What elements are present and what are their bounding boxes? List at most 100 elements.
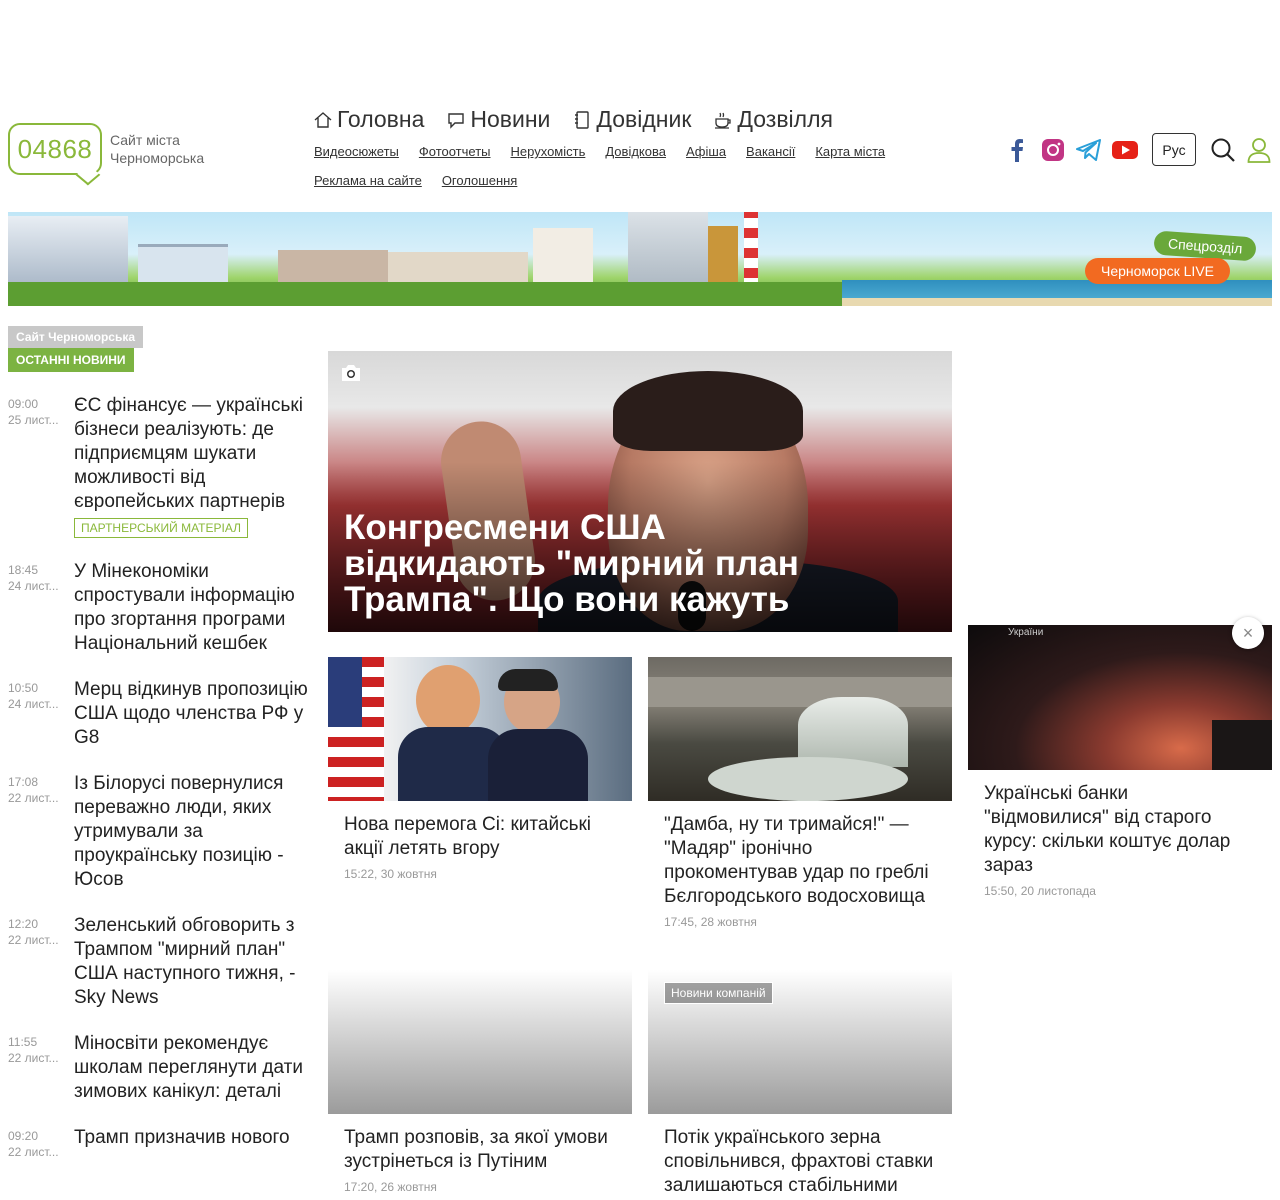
chat-bubble-icon: [448, 112, 465, 129]
card-title[interactable]: Українські банки "відмовилися" від старо…: [968, 770, 1272, 878]
sticky-news-card[interactable]: України × Українські банки "відмовилися"…: [968, 617, 1272, 898]
site-tag[interactable]: Сайт Черноморська: [8, 326, 144, 348]
list-item[interactable]: 12:20 22 лист... Зеленський обговорить з …: [8, 914, 313, 1010]
news-title[interactable]: Мерц відкинув пропозицію США щодо членст…: [74, 678, 313, 750]
news-title[interactable]: ЄС фінансує — українські бізнеси реалізу…: [74, 394, 313, 514]
date-value: 24 лист...: [8, 579, 59, 593]
hero-title[interactable]: Конгресмени США відкидають "мирний план …: [344, 510, 872, 618]
card-title[interactable]: Нова перемога Сі: китайські акції летять…: [328, 801, 632, 861]
banner-building: [278, 250, 388, 286]
latest-news-tag[interactable]: ОСТАННІ НОВИНИ: [8, 348, 134, 372]
news-title[interactable]: Трамп призначив нового: [74, 1126, 290, 1160]
news-time: 09:00 25 лист...: [8, 394, 74, 538]
banner-church: [533, 228, 593, 286]
card-date: 17:20, 26 жовтня: [344, 1180, 437, 1194]
logo-line2: Черноморська: [110, 150, 205, 166]
card-title[interactable]: "Дамба, ну ти тримайся!" — "Мадяр" іроні…: [648, 801, 952, 909]
subnav-afisha[interactable]: Афіша: [686, 144, 726, 159]
camera-icon: [342, 365, 360, 381]
close-button[interactable]: ×: [1232, 617, 1264, 649]
youtube-icon[interactable]: [1112, 137, 1138, 163]
subnav-photo[interactable]: Фотоотчеты: [419, 144, 491, 159]
card-title[interactable]: Потік українського зерна сповільнився, ф…: [648, 1114, 952, 1198]
subnav-reference[interactable]: Довідкова: [605, 144, 666, 159]
city-banner[interactable]: Спецрозділ Черноморск LIVE: [8, 212, 1272, 306]
nav-leisure-label: Дозвілля: [737, 106, 833, 132]
news-time: 18:45 24 лист...: [8, 560, 74, 656]
time-value: 10:50: [8, 681, 39, 695]
telegram-icon[interactable]: [1076, 137, 1102, 163]
date-value: 22 лист...: [8, 933, 59, 947]
card-image: [328, 970, 632, 1114]
subnav-map[interactable]: Карта міста: [815, 144, 885, 159]
list-item[interactable]: 09:00 25 лист... ЄС фінансує — українські…: [8, 394, 313, 538]
banner-lighthouse: [744, 212, 758, 286]
person-right-hair: [498, 669, 558, 691]
time-value: 12:20: [8, 917, 39, 931]
banner-grass: [8, 282, 848, 306]
news-time: 09:20 22 лист...: [8, 1126, 74, 1160]
list-item[interactable]: 11:55 22 лист... Міносвіти рекомендує шко…: [8, 1032, 313, 1104]
news-time: 12:20 22 лист...: [8, 914, 74, 1010]
list-item[interactable]: 10:50 24 лист... Мерц відкинув пропозицію…: [8, 678, 313, 750]
card-title[interactable]: Трамп розповів, за якої умови зустрінеть…: [328, 1114, 632, 1174]
list-item[interactable]: 18:45 24 лист... У Мінекономіки спростува…: [8, 560, 313, 656]
card-image: України: [968, 625, 1272, 770]
instagram-icon[interactable]: [1040, 137, 1066, 163]
subnav-realty[interactable]: Нерухомість: [511, 144, 586, 159]
nav-news[interactable]: Новини: [446, 106, 550, 133]
banner-beach: [842, 298, 1272, 306]
news-time: 17:08 22 лист...: [8, 772, 74, 892]
banner-monument: [708, 226, 738, 286]
sub-nav: Видеосюжеты Фотоотчеты Нерухомість Довід…: [314, 144, 914, 188]
list-item[interactable]: 17:08 22 лист... Із Білорусі повернулися …: [8, 772, 313, 892]
news-card[interactable]: Трамп розповів, за якої умови зустрінеть…: [328, 970, 632, 1194]
card-image: Новини компаній: [648, 970, 952, 1114]
building-silhouette: [1212, 720, 1272, 770]
company-news-tag[interactable]: Новини компаній: [664, 982, 773, 1004]
subnav-jobs[interactable]: Вакансії: [746, 144, 795, 159]
live-button[interactable]: Черноморск LIVE: [1085, 258, 1230, 284]
subnav-video[interactable]: Видеосюжеты: [314, 144, 399, 159]
site-logo[interactable]: 04868 Сайт міста Черноморська: [8, 123, 204, 175]
news-card[interactable]: Новини компаній Потік українського зерна…: [648, 970, 952, 1198]
banner-building: [138, 244, 228, 286]
news-card[interactable]: "Дамба, ну ти тримайся!" — "Мадяр" іроні…: [648, 657, 952, 929]
banner-building: [8, 216, 128, 286]
news-card[interactable]: Нова перемога Сі: китайські акції летять…: [328, 657, 632, 881]
news-title[interactable]: У Мінекономіки спростували інформацію пр…: [74, 560, 313, 656]
card-image: [648, 657, 952, 801]
nav-directory-label: Довідник: [596, 106, 692, 132]
news-list: 09:00 25 лист... ЄС фінансує — українські…: [8, 394, 313, 1160]
subnav-classifieds[interactable]: Оголошення: [442, 173, 518, 188]
logo-number: 04868: [8, 123, 102, 175]
user-icon[interactable]: [1246, 137, 1272, 163]
subnav-ads[interactable]: Реклама на сайте: [314, 173, 422, 188]
partner-badge: ПАРТНЕРСЬКИЙ МАТЕРІАЛ: [74, 518, 248, 538]
social-bar: Рус: [1004, 133, 1272, 166]
facebook-icon[interactable]: [1004, 137, 1030, 163]
language-switch-button[interactable]: Рус: [1152, 133, 1196, 166]
news-title[interactable]: Із Білорусі повернулися переважно люди, …: [74, 772, 313, 892]
nav-home[interactable]: Головна: [313, 106, 424, 133]
search-icon[interactable]: [1210, 137, 1236, 163]
date-value: 25 лист...: [8, 413, 59, 427]
nav-leisure[interactable]: Дозвілля: [713, 106, 833, 133]
news-time: 11:55 22 лист...: [8, 1032, 74, 1104]
news-title[interactable]: Міносвіти рекомендує школам переглянути …: [74, 1032, 313, 1104]
person-left-face: [416, 665, 480, 735]
nav-directory[interactable]: Довідник: [572, 106, 691, 133]
coffee-cup-icon: [715, 112, 732, 129]
banner-building: [388, 252, 528, 286]
main-nav: Головна Новини Довідник Дозвілля: [313, 106, 833, 133]
news-title[interactable]: Зеленський обговорить з Трампом "мирний …: [74, 914, 313, 1010]
special-section-button[interactable]: Спецрозділ: [1152, 230, 1257, 262]
list-item[interactable]: 09:20 22 лист... Трамп призначив нового: [8, 1126, 313, 1160]
hero-article[interactable]: Конгресмени США відкидають "мирний план …: [328, 351, 952, 632]
card-date: 17:45, 28 жовтня: [664, 915, 757, 929]
tv-caption: України: [1008, 627, 1044, 638]
nav-home-label: Головна: [337, 106, 425, 132]
notebook-icon: [575, 110, 590, 129]
time-value: 18:45: [8, 563, 39, 577]
logo-text: Сайт міста Черноморська: [110, 131, 204, 167]
